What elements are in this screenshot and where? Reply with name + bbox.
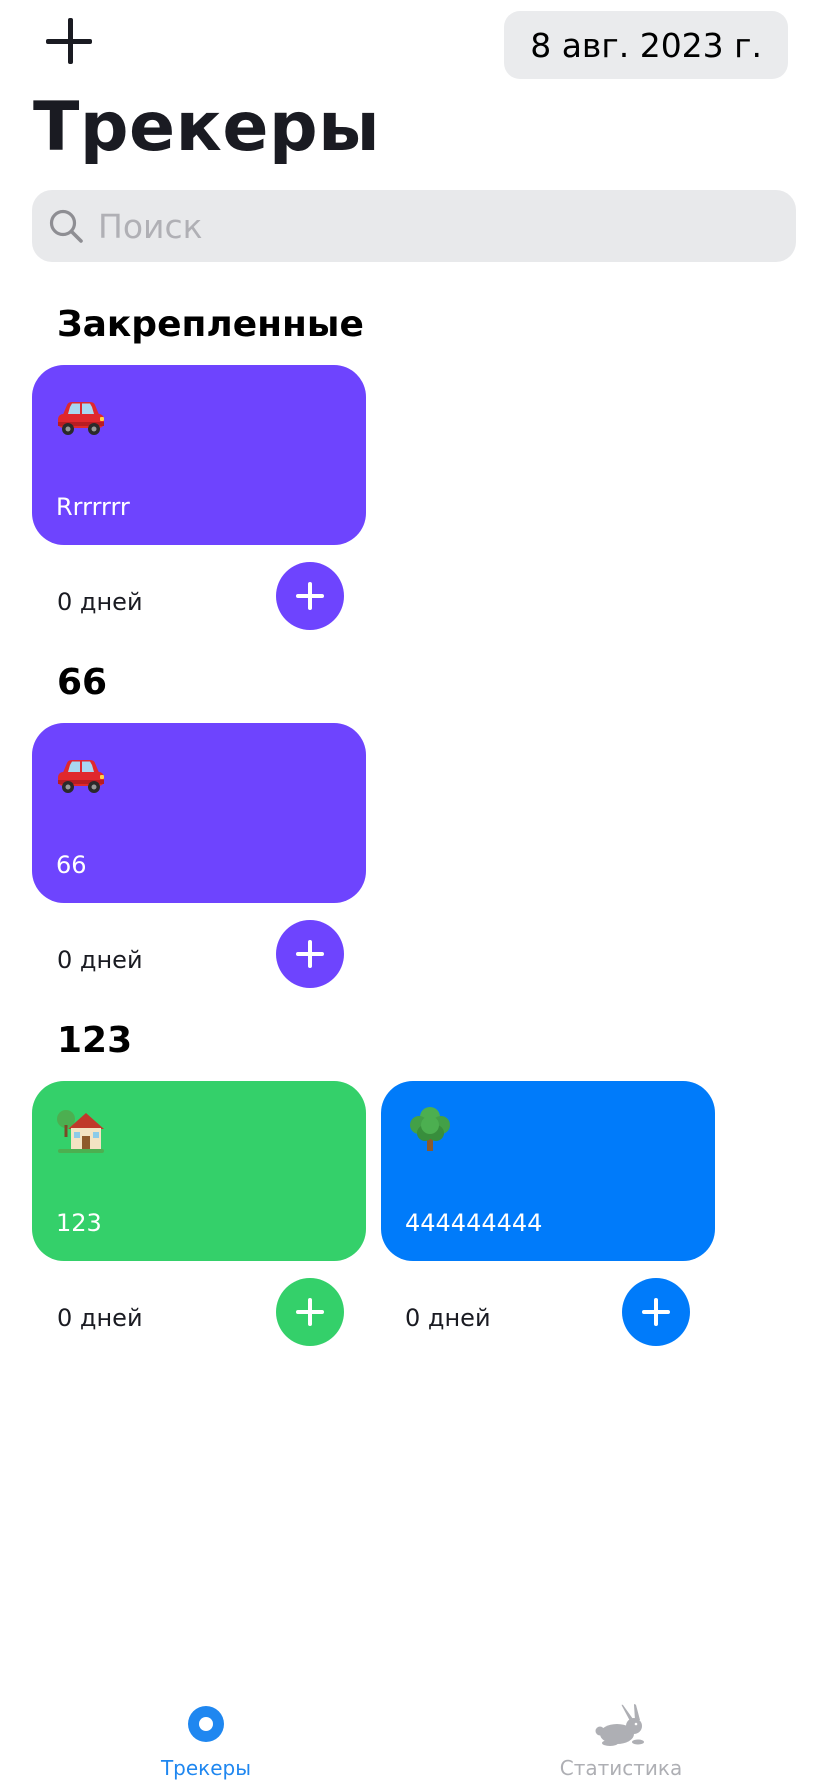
search-input[interactable]: [96, 205, 760, 247]
tab-statistics-label: Статистика: [559, 1756, 683, 1780]
car-icon: [58, 760, 104, 793]
search-field[interactable]: [32, 190, 796, 262]
tracker-card[interactable]: 66: [32, 723, 366, 903]
add-tracker-button[interactable]: [42, 14, 98, 70]
tab-trackers[interactable]: Трекеры: [96, 1690, 316, 1790]
section-title-123: 123: [57, 1020, 133, 1061]
tracker-name: 123: [56, 1209, 102, 1237]
car-icon: [58, 402, 104, 435]
date-picker[interactable]: 8 авг. 2023 г.: [504, 11, 788, 79]
increment-button[interactable]: [276, 562, 344, 630]
increment-button[interactable]: [276, 920, 344, 988]
search-icon: [49, 209, 83, 243]
section-title-66: 66: [57, 662, 108, 703]
hare-icon: [595, 1704, 644, 1746]
tracker-name: 444444444: [405, 1209, 543, 1237]
tab-trackers-label: Трекеры: [160, 1756, 252, 1780]
tab-statistics[interactable]: Статистика: [511, 1690, 731, 1790]
tracker-card[interactable]: Rrrrrrr: [32, 365, 366, 545]
tracker-days: 0 дней: [57, 1304, 143, 1332]
tracker-days: 0 дней: [57, 946, 143, 974]
tracker-days: 0 дней: [405, 1304, 491, 1332]
tracker-name: 66: [56, 851, 87, 879]
tracker-card[interactable]: 444444444: [381, 1081, 715, 1261]
record-circle-icon: [188, 1706, 224, 1742]
tracker-card[interactable]: 123: [32, 1081, 366, 1261]
increment-button[interactable]: [622, 1278, 690, 1346]
house-icon: [57, 1110, 104, 1153]
tracker-days: 0 дней: [57, 588, 143, 616]
increment-button[interactable]: [276, 1278, 344, 1346]
page-title: Трекеры: [33, 88, 381, 167]
tab-bar: Трекеры Статистика: [0, 1690, 828, 1792]
tree-icon: [410, 1107, 450, 1151]
tracker-name: Rrrrrrr: [56, 493, 130, 521]
section-title-pinned: Закрепленные: [57, 304, 364, 345]
